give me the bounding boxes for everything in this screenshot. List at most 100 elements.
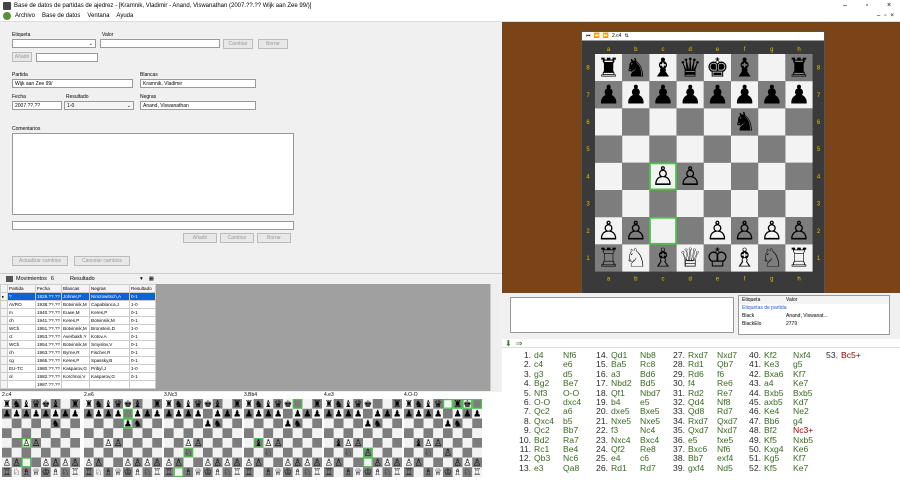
board-square[interactable] xyxy=(142,438,153,448)
board-square[interactable] xyxy=(433,457,443,468)
thumbnail-board[interactable]: ♜ ♞ ♝ ♛ ♚ ♝ ♜♟ ♟ ♟ ♟ ♟ ♟ ♟♟ ♞♙ ♙♘♙ ♙ ♙ ♙ ♙ ♙♖ ♗ ♕ ♔ ♗ ♘ ♖ xyxy=(164,399,242,479)
white-bishop[interactable]: ♗ xyxy=(344,467,352,478)
board-square[interactable] xyxy=(382,438,393,448)
board-square[interactable] xyxy=(649,108,677,136)
white-knight[interactable]: ♘ xyxy=(94,467,102,478)
board-square[interactable] xyxy=(452,447,463,458)
white-queen[interactable]: ♕ xyxy=(274,467,282,478)
black-pawn[interactable]: ♟ xyxy=(597,81,620,111)
board-square[interactable] xyxy=(164,447,174,458)
white-knight[interactable]: ♘ xyxy=(264,448,272,459)
white-pawn[interactable]: ♙ xyxy=(760,217,783,247)
board-square[interactable] xyxy=(372,447,383,458)
white-knight[interactable]: ♘ xyxy=(624,244,647,274)
board-square[interactable] xyxy=(31,457,41,468)
board-square[interactable] xyxy=(244,428,254,438)
black-pawn[interactable]: ♟ xyxy=(153,409,161,420)
board-square[interactable] xyxy=(324,428,334,438)
board-square[interactable] xyxy=(60,399,71,409)
white-bishop[interactable]: ♗ xyxy=(133,467,141,478)
board-square[interactable] xyxy=(462,447,473,458)
board-square[interactable] xyxy=(142,418,153,429)
white-queen[interactable]: ♕ xyxy=(434,467,442,478)
board-square[interactable] xyxy=(343,457,354,468)
white-king[interactable]: ♔ xyxy=(284,467,292,478)
white-bishop[interactable]: ♗ xyxy=(213,467,221,478)
black-move[interactable]: Ke7 xyxy=(793,463,808,473)
white-knight[interactable]: ♘ xyxy=(303,467,311,478)
board-square[interactable] xyxy=(84,447,94,458)
board-square[interactable] xyxy=(462,418,473,429)
board-square[interactable] xyxy=(123,408,133,419)
board-square[interactable] xyxy=(731,135,759,163)
black-pawn[interactable]: ♟ xyxy=(787,81,810,111)
board-square[interactable] xyxy=(183,457,194,468)
board-square[interactable] xyxy=(84,438,94,448)
mdi-minimize-button[interactable]: – xyxy=(877,13,880,19)
white-rook[interactable]: ♖ xyxy=(473,467,481,478)
board-square[interactable] xyxy=(649,190,677,218)
board-square[interactable] xyxy=(113,447,123,458)
column-header-partida[interactable]: Partida xyxy=(7,284,36,293)
white-pawn[interactable]: ♙ xyxy=(706,217,729,247)
white-pawn[interactable]: ♙ xyxy=(679,162,702,192)
board-square[interactable] xyxy=(785,162,813,190)
board-square[interactable] xyxy=(113,418,123,429)
black-pawn[interactable]: ♟ xyxy=(393,409,401,420)
position-thumbnail[interactable]: 4.O-O ♜ ♞ ♝ ♛ ♜ ♚ ♟ ♟ ♟ ♟ ♟ ♟ ♟ ♟ ♞ ♝ ♙ ♙ ♘ ♙ ♙ ♙ ♙ ♙ ♙ ♖ ♗ ♕ ♔ ♗ ♘ ♖ xyxy=(404,392,482,480)
white-knight[interactable]: ♘ xyxy=(12,467,20,478)
black-bishop[interactable]: ♝ xyxy=(334,438,342,449)
board-square[interactable] xyxy=(343,418,354,429)
table-row[interactable]: 1987.??.?? xyxy=(0,380,156,389)
board-square[interactable] xyxy=(363,408,373,419)
board-square[interactable] xyxy=(253,467,264,477)
board-square[interactable] xyxy=(302,438,313,448)
black-pawn[interactable]: ♟ xyxy=(12,409,20,420)
menu-ayuda[interactable]: Ayuda xyxy=(116,13,133,19)
board-square[interactable] xyxy=(244,447,254,458)
white-pawn[interactable]: ♙ xyxy=(414,457,422,468)
black-knight[interactable]: ♞ xyxy=(733,108,756,138)
white-rook[interactable]: ♖ xyxy=(245,467,253,478)
black-knight[interactable]: ♞ xyxy=(51,418,59,429)
white-rook[interactable]: ♖ xyxy=(71,467,79,478)
board-square[interactable] xyxy=(283,447,293,458)
board-square[interactable] xyxy=(443,457,453,468)
black-pawn[interactable]: ♟ xyxy=(233,409,241,420)
board-square[interactable] xyxy=(93,428,104,438)
black-knight[interactable]: ♞ xyxy=(293,418,301,429)
board-square[interactable] xyxy=(462,428,473,438)
board-square[interactable] xyxy=(142,399,153,409)
board-square[interactable] xyxy=(142,428,153,438)
white-bishop[interactable]: ♗ xyxy=(104,467,112,478)
chess-board[interactable]: ♜ ♞ ♝ ♛ ♚ ♝ ♜♟ ♟ ♟ ♟ ♟ ♟ ♟ ♟♞♙ ♙♙ ♙ ♙ ♙ ♙ ♙♖ ♘ ♗ ♕ ♔ ♗ ♘ ♖aabbccdd… xyxy=(582,41,824,293)
board-square[interactable] xyxy=(193,457,203,468)
white-knight[interactable]: ♘ xyxy=(223,467,231,478)
black-pawn[interactable]: ♟ xyxy=(364,418,372,429)
white-queen[interactable]: ♕ xyxy=(679,244,702,274)
board-square[interactable] xyxy=(21,418,32,429)
board-square[interactable] xyxy=(222,438,233,448)
board-square[interactable] xyxy=(283,428,293,438)
board-square[interactable] xyxy=(423,428,434,438)
board-square[interactable] xyxy=(413,467,424,477)
board-square[interactable] xyxy=(93,438,104,448)
board-square[interactable] xyxy=(152,447,162,458)
position-thumbnail[interactable]: 2.c4 ♜ ♞ ♝ ♛ ♚ ♝ ♜ ♟ ♟ ♟ ♟ ♟ ♟ ♟ ♟ ♞ ♙ ♙ ♙ ♙ ♙ ♙ ♙ ♙ ♖ ♘ ♗ ♕ ♔ ♗ ♘ ♖ xyxy=(2,392,80,480)
white-king[interactable]: ♔ xyxy=(706,244,729,274)
black-king[interactable]: ♚ xyxy=(284,399,292,410)
new-tag-input[interactable] xyxy=(36,53,98,62)
cambiar-button[interactable]: Cambiar xyxy=(223,39,253,49)
board-square[interactable] xyxy=(404,428,414,438)
black-bishop[interactable]: ♝ xyxy=(651,53,674,83)
board-square[interactable] xyxy=(372,438,383,448)
white-rook[interactable]: ♖ xyxy=(233,467,241,478)
board-square[interactable] xyxy=(173,438,184,448)
black-pawn[interactable]: ♟ xyxy=(624,81,647,111)
board-square[interactable] xyxy=(703,162,731,190)
board-square[interactable] xyxy=(263,457,274,468)
white-pawn[interactable]: ♙ xyxy=(624,217,647,247)
board-square[interactable] xyxy=(312,428,322,438)
black-pawn[interactable]: ♟ xyxy=(71,409,79,420)
black-pawn[interactable]: ♟ xyxy=(174,409,182,420)
